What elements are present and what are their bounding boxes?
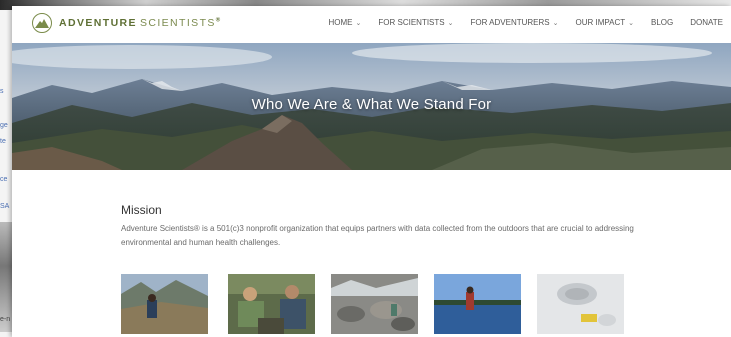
nav-label: FOR ADVENTURERS (470, 18, 550, 27)
nav-label: OUR IMPACT (575, 18, 626, 27)
nav-label: FOR SCIENTISTS (378, 18, 445, 27)
snow-sample-photo[interactable] (537, 274, 624, 334)
nav-label: HOME (328, 18, 353, 27)
nav-our-impact[interactable]: OUR IMPACT ⌄ (576, 18, 635, 27)
hero-title: Who We Are & What We Stand For (251, 96, 492, 113)
brand-name-light: SCIENTISTS (139, 17, 216, 29)
main-nav: HOME ⌄ FOR SCIENTISTS ⌄ FOR ADVENTURERS … (329, 18, 723, 27)
site-header: ADVENTURE SCIENTISTS® HOME ⌄ FOR SCIENTIS… (12, 6, 731, 43)
kayaker-lake-photo[interactable] (434, 274, 521, 334)
chevron-down-icon: ⌄ (447, 19, 454, 27)
nav-label: DONATE (690, 18, 723, 27)
mountain-valley-photo[interactable] (121, 274, 208, 334)
chevron-down-icon: ⌄ (355, 19, 362, 27)
nav-donate[interactable]: DONATE (690, 18, 723, 27)
nav-blog[interactable]: BLOG (651, 18, 673, 27)
hero-banner: Who We Are & What We Stand For (12, 43, 731, 170)
background-text: e-n (0, 316, 11, 323)
nav-home[interactable]: HOME ⌄ (329, 18, 362, 27)
rocky-stream-photo[interactable] (331, 274, 418, 334)
mission-heading: Mission (121, 203, 162, 217)
background-link[interactable]: te (0, 138, 6, 145)
background-sidebar: s ge te ce SA e-n (0, 10, 12, 337)
mission-body: Adventure Scientists® is a 501(c)3 nonpr… (121, 224, 634, 247)
background-link[interactable]: s (0, 88, 4, 95)
nav-for-scientists[interactable]: FOR SCIENTISTS ⌄ (378, 18, 453, 27)
registered-mark: ® (215, 17, 222, 24)
field-researchers-photo[interactable] (228, 274, 315, 334)
chevron-down-icon: ⌄ (552, 19, 559, 27)
website: ADVENTURE SCIENTISTS® HOME ⌄ FOR SCIENTIS… (12, 6, 731, 337)
brand-name-bold: ADVENTURE (59, 17, 137, 29)
background-link[interactable]: SA (0, 203, 9, 210)
brand-logo[interactable]: ADVENTURE SCIENTISTS® (32, 13, 222, 33)
chevron-down-icon: ⌄ (628, 19, 635, 27)
brand-name: ADVENTURE SCIENTISTS® (59, 17, 222, 29)
mountain-logo-icon (32, 13, 52, 33)
nav-label: BLOG (651, 18, 674, 27)
background-link[interactable]: ce (0, 176, 7, 183)
background-link[interactable]: ge (0, 122, 8, 129)
nav-for-adventurers[interactable]: FOR ADVENTURERS ⌄ (471, 18, 559, 27)
